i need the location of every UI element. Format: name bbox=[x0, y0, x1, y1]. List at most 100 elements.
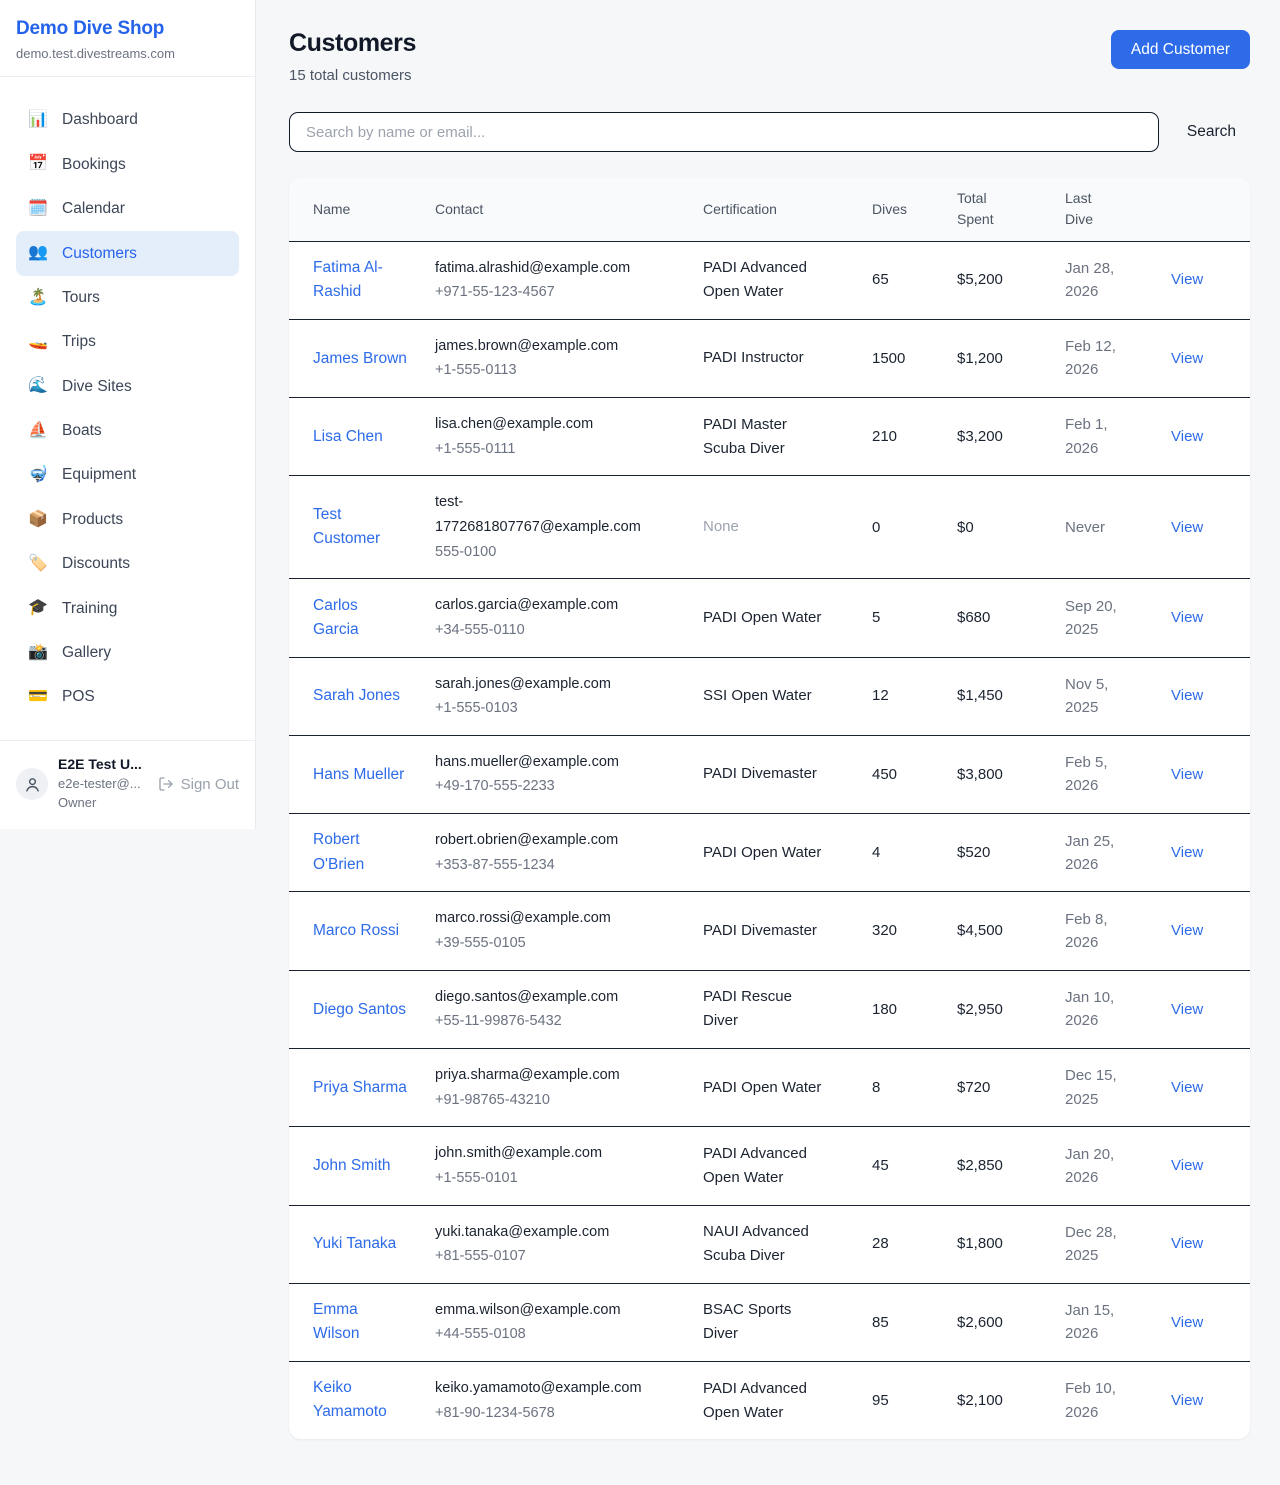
customer-name-link[interactable]: Priya Sharma bbox=[313, 1076, 407, 1100]
sidebar-item-bookings[interactable]: 📅 Bookings bbox=[16, 142, 239, 186]
customer-total-spent: $4,500 bbox=[957, 892, 1065, 970]
customer-certification: PADI Instructor bbox=[703, 349, 804, 366]
customer-last-dive: Jan 15, 2026 bbox=[1065, 1283, 1171, 1361]
customer-certification: NAUI Advanced Scuba Diver bbox=[703, 1223, 809, 1264]
user-info: E2E Test U... e2e-tester@... Owner bbox=[58, 755, 142, 812]
sidebar-item-discounts[interactable]: 🏷️ Discounts bbox=[16, 542, 239, 586]
customer-total-spent: $5,200 bbox=[957, 241, 1065, 319]
customer-name-link[interactable]: Hans Mueller bbox=[313, 763, 404, 787]
sidebar-item-dashboard[interactable]: 📊 Dashboard bbox=[16, 98, 239, 142]
package-icon: 📦 bbox=[28, 509, 48, 531]
sidebar-item-label: POS bbox=[62, 686, 95, 708]
sidebar-item-dive-sites[interactable]: 🌊 Dive Sites bbox=[16, 364, 239, 408]
customer-last-dive: Feb 12, 2026 bbox=[1065, 319, 1171, 397]
customer-email: diego.santos@example.com bbox=[435, 985, 663, 1010]
view-customer-link[interactable]: View bbox=[1171, 1001, 1203, 1018]
view-customer-link[interactable]: View bbox=[1171, 1392, 1203, 1409]
sidebar-item-tours[interactable]: 🏝️ Tours bbox=[16, 276, 239, 320]
customer-total-spent: $2,100 bbox=[957, 1362, 1065, 1440]
shop-header: Demo Dive Shop demo.test.divestreams.com bbox=[0, 0, 255, 76]
sidebar-item-training[interactable]: 🎓 Training bbox=[16, 586, 239, 630]
page-header-text: Customers 15 total customers bbox=[289, 28, 416, 84]
customer-name-link[interactable]: Test Customer bbox=[313, 503, 407, 551]
customer-total-spent: $2,600 bbox=[957, 1283, 1065, 1361]
customer-certification: PADI Rescue Diver bbox=[703, 988, 792, 1029]
customer-dives: 85 bbox=[872, 1283, 957, 1361]
page-header: Customers 15 total customers Add Custome… bbox=[289, 28, 1250, 84]
customer-dives: 8 bbox=[872, 1048, 957, 1126]
customer-name-link[interactable]: Lisa Chen bbox=[313, 425, 383, 449]
customer-name-link[interactable]: John Smith bbox=[313, 1154, 391, 1178]
view-customer-link[interactable]: View bbox=[1171, 519, 1203, 536]
customer-name-link[interactable]: Sarah Jones bbox=[313, 684, 400, 708]
view-customer-link[interactable]: View bbox=[1171, 1235, 1203, 1252]
view-customer-link[interactable]: View bbox=[1171, 1314, 1203, 1331]
customer-total-spent: $0 bbox=[957, 476, 1065, 579]
customer-last-dive: Nov 5, 2025 bbox=[1065, 657, 1171, 735]
customer-last-dive: Jan 25, 2026 bbox=[1065, 814, 1171, 892]
sidebar-item-label: Bookings bbox=[62, 154, 126, 176]
search-input[interactable] bbox=[289, 112, 1159, 152]
customer-phone: +81-90-1234-5678 bbox=[435, 1401, 663, 1426]
view-customer-link[interactable]: View bbox=[1171, 922, 1203, 939]
view-customer-link[interactable]: View bbox=[1171, 766, 1203, 783]
table-row: James Brown james.brown@example.com +1-5… bbox=[289, 319, 1250, 397]
customer-name-link[interactable]: Diego Santos bbox=[313, 998, 406, 1022]
sidebar-item-label: Equipment bbox=[62, 464, 136, 486]
customer-name-link[interactable]: Robert O'Brien bbox=[313, 828, 407, 876]
customer-total-spent: $1,200 bbox=[957, 319, 1065, 397]
spiral-calendar-icon: 🗓️ bbox=[28, 198, 48, 220]
diving-mask-icon: 🤿 bbox=[28, 464, 48, 486]
view-customer-link[interactable]: View bbox=[1171, 271, 1203, 288]
sidebar-item-pos[interactable]: 💳 POS bbox=[16, 675, 239, 719]
shop-name: Demo Dive Shop bbox=[16, 18, 239, 40]
sailboat-icon: ⛵ bbox=[28, 420, 48, 442]
customer-email: emma.wilson@example.com bbox=[435, 1298, 663, 1323]
customer-email: yuki.tanaka@example.com bbox=[435, 1220, 663, 1245]
view-customer-link[interactable]: View bbox=[1171, 844, 1203, 861]
sidebar: Demo Dive Shop demo.test.divestreams.com… bbox=[0, 0, 256, 829]
table-row: Carlos Garcia carlos.garcia@example.com … bbox=[289, 579, 1250, 657]
search-button[interactable]: Search bbox=[1159, 123, 1250, 141]
customer-email: lisa.chen@example.com bbox=[435, 412, 663, 437]
customer-dives: 1500 bbox=[872, 319, 957, 397]
sidebar-item-label: Trips bbox=[62, 331, 96, 353]
add-customer-button[interactable]: Add Customer bbox=[1111, 30, 1250, 69]
view-customer-link[interactable]: View bbox=[1171, 687, 1203, 704]
view-customer-link[interactable]: View bbox=[1171, 609, 1203, 626]
view-customer-link[interactable]: View bbox=[1171, 1079, 1203, 1096]
customer-certification: SSI Open Water bbox=[703, 687, 812, 704]
view-customer-link[interactable]: View bbox=[1171, 428, 1203, 445]
wave-icon: 🌊 bbox=[28, 375, 48, 397]
table-row: Fatima Al-Rashid fatima.alrashid@example… bbox=[289, 241, 1250, 319]
customer-certification: PADI Open Water bbox=[703, 1079, 821, 1096]
customer-name-link[interactable]: Marco Rossi bbox=[313, 919, 399, 943]
sidebar-item-calendar[interactable]: 🗓️ Calendar bbox=[16, 187, 239, 231]
sidebar-item-products[interactable]: 📦 Products bbox=[16, 498, 239, 542]
avatar bbox=[16, 768, 48, 800]
sidebar-item-customers[interactable]: 👥 Customers bbox=[16, 231, 239, 275]
customer-last-dive: Jan 10, 2026 bbox=[1065, 970, 1171, 1048]
customer-name-link[interactable]: Keiko Yamamoto bbox=[313, 1376, 407, 1424]
sidebar-item-equipment[interactable]: 🤿 Equipment bbox=[16, 453, 239, 497]
customer-dives: 4 bbox=[872, 814, 957, 892]
sign-out-button[interactable]: Sign Out bbox=[158, 776, 239, 793]
customer-dives: 95 bbox=[872, 1362, 957, 1440]
sidebar-item-trips[interactable]: 🚤 Trips bbox=[16, 320, 239, 364]
customer-name-link[interactable]: Emma Wilson bbox=[313, 1298, 407, 1346]
customers-table: Name Contact Certification Dives Total S… bbox=[289, 178, 1250, 1439]
customer-name-link[interactable]: Carlos Garcia bbox=[313, 594, 407, 642]
sidebar-item-label: Calendar bbox=[62, 198, 125, 220]
sidebar-item-gallery[interactable]: 📸 Gallery bbox=[16, 631, 239, 675]
view-customer-link[interactable]: View bbox=[1171, 350, 1203, 367]
customer-name-link[interactable]: James Brown bbox=[313, 347, 407, 371]
sidebar-item-label: Dashboard bbox=[62, 109, 138, 131]
customers-table-card: Name Contact Certification Dives Total S… bbox=[289, 178, 1250, 1439]
customer-name-link[interactable]: Yuki Tanaka bbox=[313, 1232, 396, 1256]
customer-phone: +353-87-555-1234 bbox=[435, 853, 663, 878]
customer-name-link[interactable]: Fatima Al-Rashid bbox=[313, 256, 407, 304]
table-row: John Smith john.smith@example.com +1-555… bbox=[289, 1127, 1250, 1205]
customer-certification: PADI Open Water bbox=[703, 844, 821, 861]
sidebar-item-boats[interactable]: ⛵ Boats bbox=[16, 409, 239, 453]
view-customer-link[interactable]: View bbox=[1171, 1157, 1203, 1174]
